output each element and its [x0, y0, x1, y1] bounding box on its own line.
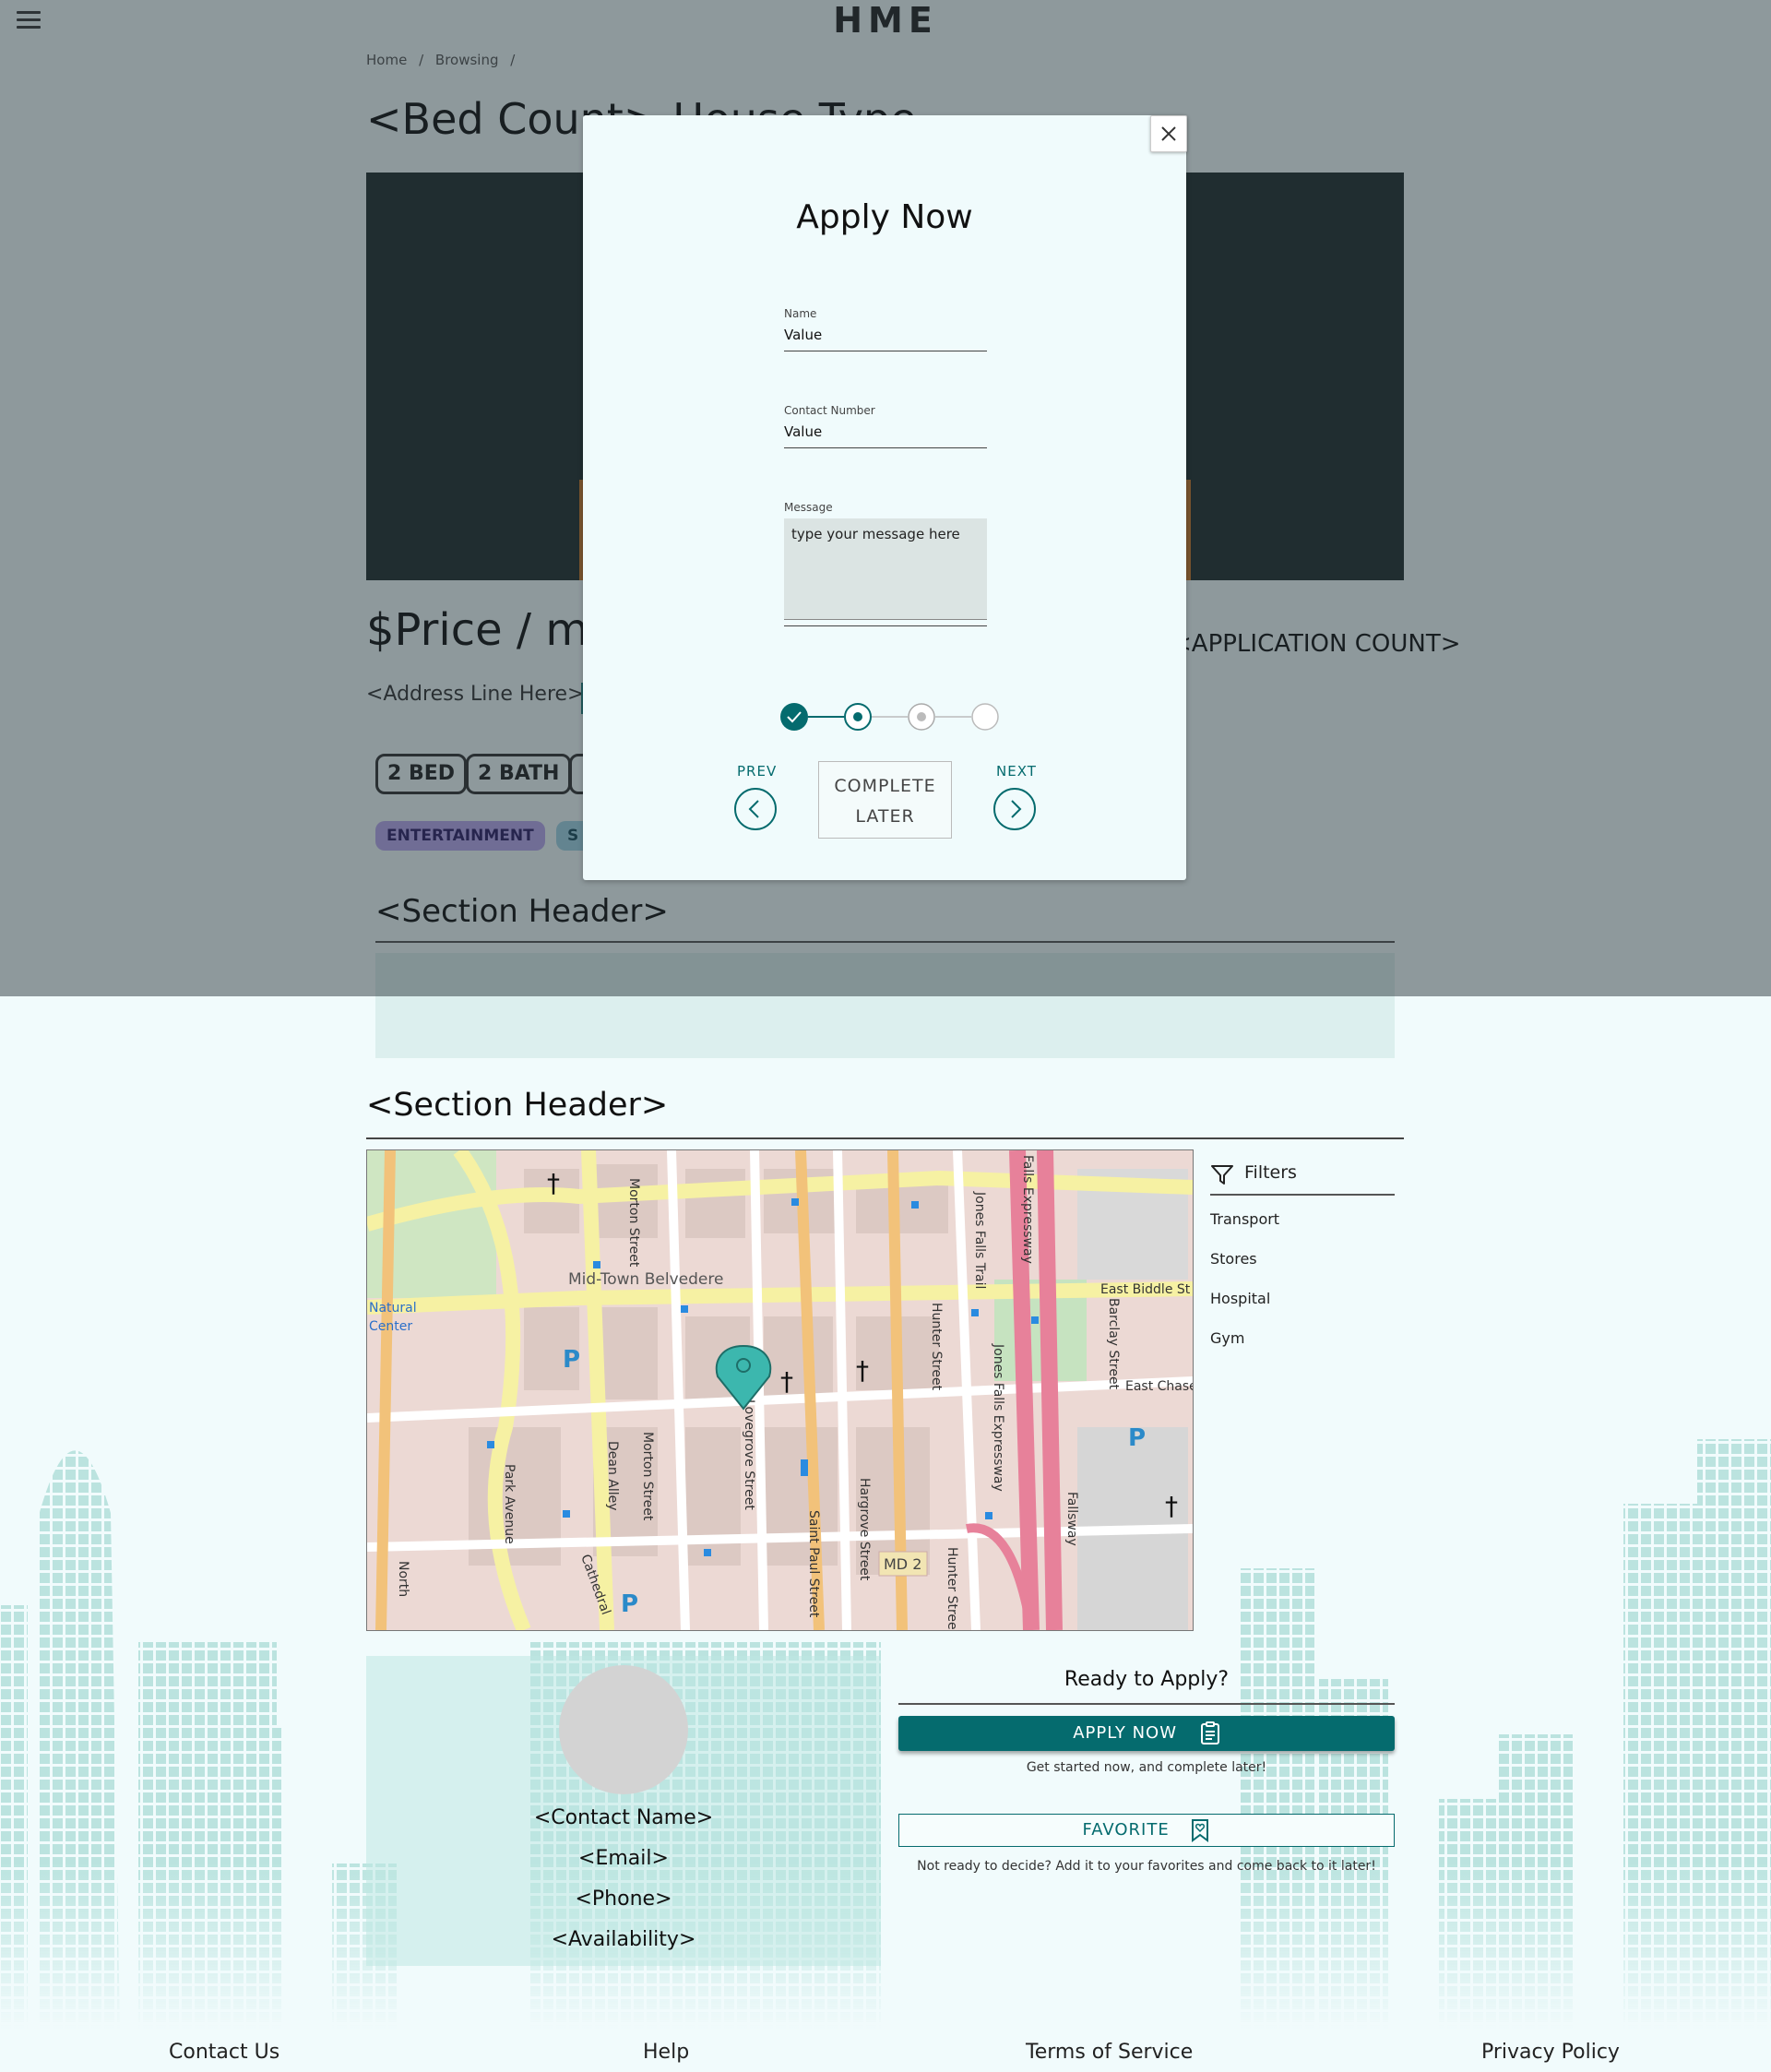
svg-text:P: P	[563, 1346, 580, 1374]
footer-privacy[interactable]: Privacy Policy	[1481, 2041, 1620, 2064]
next-label: NEXT	[996, 763, 1037, 780]
name-field[interactable]: Value	[784, 327, 822, 343]
footer-contact-us[interactable]: Contact Us	[169, 2041, 279, 2064]
message-label: Message	[784, 501, 833, 514]
contact-number-label: Contact Number	[784, 404, 875, 417]
complete-later-line1: COMPLETE	[834, 776, 936, 796]
filters-header[interactable]: Filters	[1210, 1159, 1395, 1196]
svg-text:Morton Street: Morton Street	[626, 1178, 641, 1268]
filter-gym[interactable]: Gym	[1210, 1329, 1244, 1347]
filter-hospital[interactable]: Hospital	[1210, 1290, 1270, 1307]
svg-text:Natural: Natural	[369, 1301, 417, 1316]
contact-phone[interactable]: <Phone>	[366, 1887, 881, 1911]
chevron-left-icon	[748, 800, 759, 818]
svg-text:P: P	[621, 1590, 638, 1618]
bookmark-heart-icon	[1192, 1819, 1209, 1842]
svg-text:Jones Falls Trail: Jones Falls Trail	[972, 1191, 987, 1289]
footer-terms[interactable]: Terms of Service	[1026, 2041, 1193, 2064]
favorite-subtext: Not ready to decide? Add it to your favo…	[917, 1859, 1376, 1874]
map-label-district: Mid-Town Belvedere	[568, 1270, 723, 1289]
field-underline	[784, 625, 987, 626]
svg-text:†: †	[780, 1366, 793, 1397]
complete-later-button[interactable]: COMPLETE LATER	[818, 761, 952, 839]
svg-text:Morton Street: Morton Street	[640, 1432, 655, 1521]
next-button[interactable]	[993, 788, 1036, 830]
clipboard-icon	[1200, 1721, 1219, 1745]
svg-text:Barclay Street: Barclay Street	[1106, 1298, 1121, 1390]
step-4	[971, 703, 999, 731]
svg-text:MD 2: MD 2	[884, 1555, 921, 1573]
svg-text:Falls Expressway: Falls Expressway	[1020, 1155, 1035, 1264]
prev-label: PREV	[737, 763, 778, 780]
svg-text:†: †	[547, 1168, 560, 1198]
complete-later-line2: LATER	[855, 806, 915, 827]
svg-text:East Biddle St: East Biddle St	[1100, 1282, 1191, 1297]
contact-availability: <Availability>	[551, 1928, 696, 1951]
step-2-current	[844, 703, 872, 731]
svg-text:Lovegrove Street: Lovegrove Street	[742, 1399, 756, 1510]
progress-stepper	[780, 703, 999, 731]
apply-now-button[interactable]: APPLY NOW	[898, 1716, 1395, 1751]
svg-text:Jones Falls Expressway: Jones Falls Expressway	[991, 1343, 1005, 1492]
filters-title: Filters	[1244, 1162, 1297, 1183]
close-button[interactable]	[1150, 115, 1187, 152]
neighborhood-map[interactable]: P P P † † † † Mid-Town Belvedere MD 2 Morton…	[366, 1149, 1194, 1631]
step-3	[908, 703, 935, 731]
funnel-icon	[1211, 1165, 1233, 1185]
svg-text:East Chase: East Chase	[1125, 1379, 1193, 1394]
ready-heading: Ready to Apply?	[1064, 1668, 1230, 1691]
modal-title: Apply Now	[796, 198, 973, 236]
svg-text:North: North	[396, 1561, 410, 1597]
contact-email[interactable]: <Email>	[366, 1847, 881, 1870]
svg-text:Dean Alley: Dean Alley	[605, 1441, 620, 1511]
favorite-button[interactable]: FAVORITE	[898, 1814, 1395, 1847]
svg-text:Saint Paul Street: Saint Paul Street	[806, 1510, 821, 1618]
contact-name: <Contact Name>	[533, 1806, 714, 1829]
message-textarea[interactable]: type your message here	[784, 518, 987, 620]
step-1-complete	[780, 703, 808, 731]
svg-text:†: †	[1165, 1491, 1178, 1521]
divider	[898, 1703, 1395, 1705]
avatar	[559, 1665, 688, 1794]
contact-number-field[interactable]: Value	[784, 423, 822, 440]
divider	[366, 1137, 1404, 1139]
apply-subtext: Get started now, and complete later!	[1026, 1760, 1267, 1775]
svg-text:P: P	[1128, 1424, 1146, 1452]
svg-text:Center: Center	[369, 1319, 412, 1334]
close-icon	[1161, 126, 1176, 141]
name-field-label: Name	[784, 307, 817, 320]
svg-text:Hargrove Street: Hargrove Street	[857, 1478, 872, 1581]
chevron-right-icon	[1011, 800, 1022, 818]
favorite-label: FAVORITE	[1082, 1820, 1170, 1840]
apply-now-label: APPLY NOW	[1073, 1723, 1178, 1743]
section-header: <Section Header>	[366, 1087, 669, 1124]
filter-transport[interactable]: Transport	[1210, 1210, 1279, 1228]
filter-stores[interactable]: Stores	[1210, 1250, 1257, 1268]
svg-text:†: †	[856, 1355, 869, 1386]
svg-text:Fallsway: Fallsway	[1064, 1492, 1079, 1546]
prev-button[interactable]	[734, 788, 777, 830]
footer-help[interactable]: Help	[643, 2041, 689, 2064]
svg-text:Hunter Street: Hunter Street	[929, 1303, 944, 1391]
field-underline	[784, 447, 987, 448]
svg-text:Park Avenue: Park Avenue	[502, 1464, 517, 1544]
svg-text:Hunter Street: Hunter Street	[945, 1547, 959, 1630]
